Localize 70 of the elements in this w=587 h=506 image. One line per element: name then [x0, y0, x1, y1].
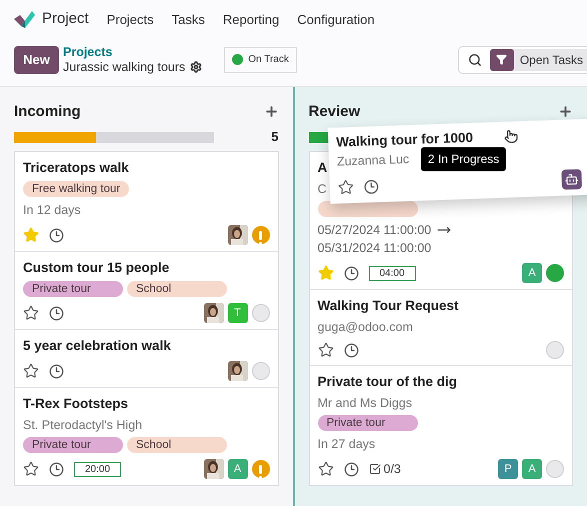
- star-icon[interactable]: [23, 305, 39, 321]
- star-icon[interactable]: [23, 363, 39, 379]
- task-title: Walking Tour Request: [318, 297, 459, 315]
- time-field[interactable]: 04:00: [368, 266, 416, 280]
- task-subtitle: C: [318, 181, 327, 197]
- tag: Private tour: [23, 281, 123, 297]
- clock-icon[interactable]: [344, 342, 358, 358]
- checklist-count: 0/3: [384, 460, 401, 478]
- tag: Private tour: [318, 415, 418, 431]
- task-card[interactable]: Walking Tour Request guga@odoo.com: [310, 290, 572, 366]
- add-icon[interactable]: [264, 104, 278, 120]
- filter-label: Open Tasks: [518, 52, 584, 69]
- filter-icon: [496, 54, 508, 66]
- task-title: Triceratops walk: [23, 159, 129, 177]
- column-title: Incoming: [14, 102, 81, 122]
- hand-cursor-icon: [503, 128, 518, 144]
- column-count: 5: [271, 128, 278, 146]
- task-subtitle: Mr and Ms Diggs: [318, 395, 412, 411]
- status-button[interactable]: On Track: [224, 46, 297, 73]
- user-avatar[interactable]: P: [498, 459, 518, 479]
- filter-facet[interactable]: Open Tasks: [490, 48, 587, 71]
- task-title: A: [318, 159, 328, 177]
- end-date: 05/31/2024 11:00:00: [318, 240, 432, 257]
- clock-icon[interactable]: [344, 266, 358, 280]
- tooltip: 2 In Progress: [420, 146, 506, 171]
- clock-icon[interactable]: [49, 228, 64, 242]
- task-title: 5 year celebration walk: [23, 337, 171, 355]
- tag: School: [127, 437, 227, 453]
- task-subtitle: guga@odoo.com: [318, 319, 413, 335]
- deadline: In 12 days: [23, 202, 82, 219]
- menu-item[interactable]: Projects: [106, 10, 154, 30]
- tag: Free walking tour: [23, 181, 130, 197]
- breadcrumb-link[interactable]: Projects: [63, 44, 202, 60]
- add-icon[interactable]: [558, 104, 573, 120]
- tag: School: [127, 281, 227, 297]
- start-date: 05/27/2024 11:00:00: [318, 222, 432, 239]
- star-icon[interactable]: [23, 461, 39, 477]
- menu-item[interactable]: Tasks: [172, 10, 205, 30]
- task-subtitle: St. Pterodactyl's High: [23, 417, 142, 433]
- clock-icon[interactable]: [363, 178, 379, 194]
- checklist-icon: [368, 463, 380, 475]
- task-card[interactable]: Custom tour 15 people Private tour School T: [15, 252, 278, 330]
- bot-avatar[interactable]: [560, 168, 582, 190]
- task-card[interactable]: 5 year celebration walk: [15, 330, 278, 388]
- task-title: T-Rex Footsteps: [23, 395, 128, 413]
- task-card[interactable]: Private tour of the dig Mr and Ms Diggs Private tour In 27 days 0/3 P A: [310, 366, 572, 485]
- task-title: Custom tour 15 people: [23, 259, 170, 277]
- star-icon[interactable]: [318, 342, 334, 358]
- deadline: In 27 days: [318, 436, 376, 453]
- menu-item[interactable]: Configuration: [297, 10, 375, 30]
- settings-icon[interactable]: [190, 61, 202, 74]
- search-field[interactable]: Open Tasks: [458, 46, 587, 74]
- time-field[interactable]: 20:00: [74, 462, 122, 476]
- task-card[interactable]: Triceratops walk Free walking tour In 12 days: [15, 152, 278, 252]
- task-title: Private tour of the dig: [318, 373, 458, 391]
- star-icon[interactable]: [318, 461, 334, 477]
- task-card[interactable]: T-Rex Footsteps St. Pterodactyl's High Private tour School 20:00 A: [15, 388, 278, 485]
- new-button[interactable]: New: [14, 46, 59, 74]
- project-name: Jurassic walking tours: [63, 60, 186, 75]
- logo-icon[interactable]: [13, 9, 35, 30]
- menu-item[interactable]: Reporting: [222, 10, 280, 30]
- clock-icon[interactable]: [49, 364, 64, 378]
- clock-icon[interactable]: [49, 306, 64, 320]
- clock-icon[interactable]: [344, 462, 358, 476]
- done-status-icon[interactable]: [546, 264, 564, 282]
- clock-icon[interactable]: [49, 462, 64, 476]
- app-name[interactable]: Project: [42, 8, 89, 31]
- search-icon: [468, 52, 482, 67]
- tag: Private tour: [23, 437, 123, 453]
- star-icon[interactable]: [337, 178, 354, 196]
